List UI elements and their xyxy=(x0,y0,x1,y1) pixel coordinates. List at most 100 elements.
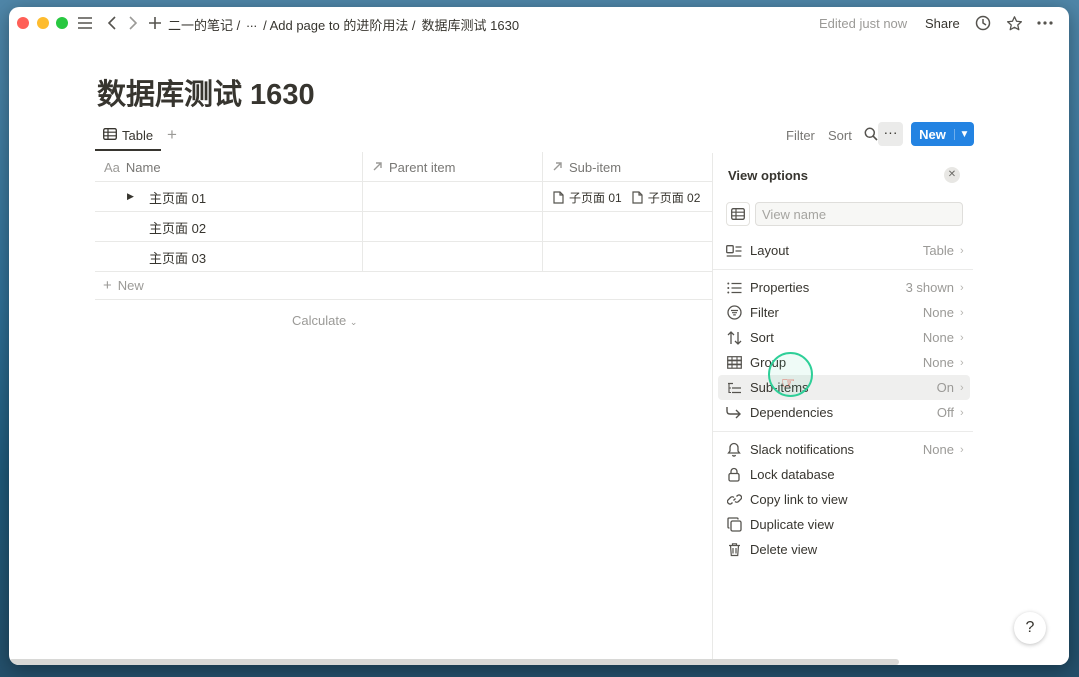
chevron-right-icon: › xyxy=(960,281,964,294)
breadcrumb-item[interactable]: / Add page to 的进阶用法 / xyxy=(263,15,415,34)
view-bar: Table + Filter Sort ··· New ▼ xyxy=(95,121,975,153)
sort-option[interactable]: Sort None › xyxy=(718,325,970,350)
chevron-down-icon[interactable]: ▼ xyxy=(954,128,974,140)
sub-item-label: 子页面 01 xyxy=(569,190,622,205)
option-value: None xyxy=(922,355,954,370)
calculate-label: Calculate xyxy=(292,313,347,328)
page-title[interactable]: 数据库测试 1630 xyxy=(97,71,315,113)
slack-notifications-option[interactable]: Slack notifications None › xyxy=(718,437,970,462)
copy-link-option[interactable]: Copy link to view xyxy=(718,487,970,512)
add-view-plus-icon[interactable]: + xyxy=(167,125,177,145)
sub-items-option[interactable]: Sub-items On › xyxy=(718,375,970,400)
option-label: Filter xyxy=(750,305,779,320)
sidebar-menu-icon[interactable] xyxy=(75,13,95,33)
sub-item-chip[interactable]: 子页面 01 xyxy=(553,189,622,206)
table-row[interactable]: ▶ 主页面 01 子页面 01 子页面 02 xyxy=(95,182,713,212)
dependencies-icon xyxy=(718,406,750,419)
option-value: Off xyxy=(936,405,954,420)
option-label: Delete view xyxy=(750,542,818,557)
back-arrow-icon[interactable] xyxy=(102,13,122,33)
minimize-window-button[interactable] xyxy=(37,17,49,29)
properties-option[interactable]: Properties 3 shown › xyxy=(718,275,970,300)
share-button[interactable]: Share xyxy=(925,16,960,31)
chevron-down-icon: ⌄ xyxy=(349,317,358,327)
row-title[interactable]: 主页面 02 xyxy=(95,218,206,237)
chevron-right-icon: › xyxy=(960,406,964,419)
filter-option[interactable]: Filter None › xyxy=(718,300,970,325)
chevron-right-icon: › xyxy=(960,356,964,369)
duplicate-view-option[interactable]: Duplicate view xyxy=(718,512,970,537)
calculate-button[interactable]: Calculate ⌄ xyxy=(292,313,357,328)
more-options-icon[interactable] xyxy=(1035,13,1055,33)
new-page-plus-icon[interactable] xyxy=(145,13,165,33)
expand-toggle-icon[interactable]: ▶ xyxy=(127,191,134,202)
zoom-window-button[interactable] xyxy=(56,17,68,29)
view-name-input[interactable] xyxy=(755,202,963,226)
column-label: Sub-item xyxy=(569,159,622,175)
title-bar: 二一的笔记 / ... / Add page to 的进阶用法 / 数据库测试 … xyxy=(9,7,1069,39)
column-header-parent-item[interactable]: Parent item xyxy=(363,152,543,182)
new-button[interactable]: New ▼ xyxy=(911,122,974,146)
chevron-right-icon: › xyxy=(960,244,964,257)
text-type-icon: Aa xyxy=(104,159,120,175)
forward-arrow-icon[interactable] xyxy=(123,13,143,33)
row-title[interactable]: 主页面 01 xyxy=(95,188,206,207)
column-header-sub-item[interactable]: Sub-item xyxy=(543,152,713,182)
column-header-name[interactable]: Aa Name xyxy=(95,152,363,182)
close-window-button[interactable] xyxy=(17,17,29,29)
add-row-button[interactable]: + New xyxy=(95,272,713,300)
new-button-label[interactable]: New xyxy=(911,127,954,142)
option-label: Layout xyxy=(750,243,790,258)
table-row[interactable]: 主页面 02 xyxy=(95,212,713,242)
relation-arrow-icon xyxy=(552,160,563,175)
name-cell[interactable]: 主页面 02 xyxy=(95,212,363,242)
view-options-panel: View options ✕ Layout Table › Properties… xyxy=(712,153,1069,665)
sub-item-cell[interactable]: 子页面 01 子页面 02 xyxy=(543,182,713,212)
option-value: None xyxy=(922,305,954,320)
table-icon xyxy=(731,208,745,220)
sort-button[interactable]: Sort xyxy=(828,128,852,143)
clock-icon[interactable] xyxy=(973,13,993,33)
row-title[interactable]: 主页面 03 xyxy=(95,248,206,267)
layout-icon xyxy=(718,244,750,257)
table-row[interactable]: 主页面 03 xyxy=(95,242,713,272)
breadcrumb-item[interactable]: 二一的笔记 / xyxy=(168,15,240,34)
option-label: Copy link to view xyxy=(750,492,848,507)
search-icon[interactable] xyxy=(864,127,878,144)
horizontal-scrollbar[interactable] xyxy=(9,659,899,665)
parent-item-cell[interactable] xyxy=(363,212,543,242)
lock-database-option[interactable]: Lock database xyxy=(718,462,970,487)
delete-view-option[interactable]: Delete view xyxy=(718,537,970,562)
name-cell[interactable]: 主页面 03 xyxy=(95,242,363,272)
filter-button[interactable]: Filter xyxy=(786,128,815,143)
view-more-button[interactable]: ··· xyxy=(878,122,903,146)
group-option[interactable]: Group None › xyxy=(718,350,970,375)
panel-title: View options xyxy=(728,168,808,183)
filter-icon xyxy=(718,305,750,320)
lock-icon xyxy=(718,467,750,482)
option-label: Slack notifications xyxy=(750,442,855,457)
sub-item-cell[interactable] xyxy=(543,212,713,242)
sub-items-icon xyxy=(718,382,750,394)
breadcrumb: 二一的笔记 / ... / Add page to 的进阶用法 / 数据库测试 … xyxy=(168,15,519,34)
breadcrumb-item[interactable]: 数据库测试 1630 xyxy=(422,15,520,34)
database-table: Aa Name Parent item Sub-item ▶ 主页面 01 子页… xyxy=(95,152,713,328)
option-value: 3 shown xyxy=(905,280,954,295)
option-label: Lock database xyxy=(750,467,835,482)
close-icon[interactable]: ✕ xyxy=(944,167,960,183)
help-button[interactable]: ? xyxy=(1014,612,1046,644)
breadcrumb-item[interactable]: ... xyxy=(246,15,257,34)
chevron-right-icon: › xyxy=(960,306,964,319)
layout-option[interactable]: Layout Table › xyxy=(718,238,970,263)
name-cell[interactable]: ▶ 主页面 01 xyxy=(95,182,363,212)
parent-item-cell[interactable] xyxy=(363,182,543,212)
parent-item-cell[interactable] xyxy=(363,242,543,272)
tab-table[interactable]: Table xyxy=(95,121,162,151)
view-icon-picker[interactable] xyxy=(726,202,750,226)
star-icon[interactable] xyxy=(1004,13,1024,33)
column-label: Name xyxy=(125,159,161,175)
sub-item-chip[interactable]: 子页面 02 xyxy=(632,189,700,206)
sub-item-cell[interactable] xyxy=(543,242,713,272)
dependencies-option[interactable]: Dependencies Off › xyxy=(718,400,970,425)
option-value: Table xyxy=(922,243,954,258)
